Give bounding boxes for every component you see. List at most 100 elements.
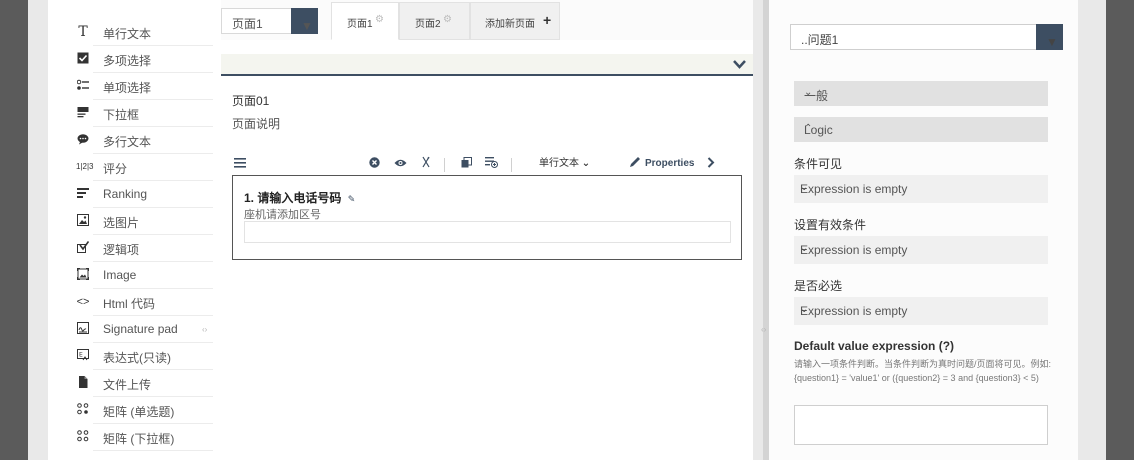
matrix-icon <box>76 403 90 417</box>
signaturepad-icon <box>76 322 90 336</box>
toolbox-item-boolean[interactable]: 逻辑项 <box>48 235 213 262</box>
toolbox: T 单行文本 多项选择 单项选择 下拉框 多行文本 1|2|3 评分 Ranki… <box>48 0 233 460</box>
page-select-button[interactable]: ▼ <box>291 8 318 34</box>
section-general[interactable]: 一般 ⌄ <box>794 81 1048 106</box>
pencil-icon[interactable] <box>629 156 641 172</box>
question-type-dropdown[interactable]: 单行文本 ⌄ <box>539 156 590 172</box>
toolbox-item-label: 表达式(只读) <box>103 351 171 365</box>
toolbox-item-radiogroup[interactable]: 单项选择 <box>48 73 213 100</box>
toolbox-item-label: 多项选择 <box>103 54 152 68</box>
required-if-field[interactable]: Expression is empty ⌄ <box>794 297 1048 325</box>
toolbox-item-label: 多行文本 <box>103 135 152 149</box>
toolbar-separator <box>511 158 512 172</box>
toolbox-item-label: 下拉框 <box>103 108 140 122</box>
toolbox-item-label: 文件上传 <box>103 378 152 392</box>
section-logic[interactable]: Logic ⌃ <box>794 117 1048 142</box>
properties-panel: ..问题1 ▼ 一般 ⌄ Logic ⌃ 条件可见 Expression is … <box>769 0 1078 460</box>
question-card[interactable]: 1. 请输入电话号码 ✎ 座机请添加区号 <box>232 175 742 260</box>
chevron-down-icon: ⌄ <box>800 304 809 315</box>
toolbox-item-matrix[interactable]: 矩阵 (单选题) <box>48 397 213 424</box>
imagepicker-icon <box>76 214 90 228</box>
default-value-help: 请输入一项条件判断。当条件判断为真时问题/页面将可见。例如: {question… <box>794 359 1052 383</box>
matrixdropdown-icon <box>76 430 90 444</box>
object-select-value: ..问题1 <box>801 33 839 47</box>
properties-label: Properties <box>645 158 695 169</box>
required-icon[interactable]: * <box>420 156 432 172</box>
visible-if-field[interactable]: Expression is empty ⌄ <box>794 175 1048 203</box>
toolbox-item-checkbox[interactable]: 多项选择 <box>48 46 213 73</box>
toolbox-item-label: 矩阵 (单选题) <box>103 405 175 419</box>
chevron-right-icon[interactable] <box>707 156 715 172</box>
add-page-label: 添加新页面 <box>485 19 535 30</box>
chevron-down-icon: ⌄ <box>800 243 809 254</box>
toolbox-item-file[interactable]: 文件上传 <box>48 370 213 397</box>
toolbox-item-label: 单项选择 <box>103 81 152 95</box>
question-description[interactable]: 座机请添加区号 <box>244 206 321 222</box>
toolbox-item-html[interactable]: <> Html 代码 <box>48 289 213 316</box>
object-select-button[interactable]: ▼ <box>1036 24 1063 50</box>
chevron-down-icon: ⌄ <box>581 158 591 169</box>
toolbox-item-label: Ranking <box>103 187 148 201</box>
default-value-textarea[interactable] <box>794 405 1048 445</box>
file-icon <box>76 376 90 390</box>
enable-if-field[interactable]: Expression is empty ⌄ <box>794 236 1048 264</box>
rating-icon: 1|2|3 <box>76 162 94 171</box>
splitter-grip-icon[interactable]: ‹› <box>761 325 766 334</box>
delete-icon[interactable] <box>369 156 380 172</box>
toolbox-item-label: Image <box>103 268 137 282</box>
required-if-label: 是否必选 <box>794 279 843 293</box>
toolbox-item-image[interactable]: Image <box>48 262 213 289</box>
page-select-value: 页面1 <box>232 17 263 31</box>
toolbox-item-ranking[interactable]: Ranking <box>48 181 213 208</box>
text-icon: T <box>78 24 88 40</box>
menu-icon[interactable] <box>234 156 246 172</box>
copy-icon[interactable] <box>461 156 472 172</box>
creator-frame: T 单行文本 多项选择 单项选择 下拉框 多行文本 1|2|3 评分 Ranki… <box>28 0 1106 460</box>
toolbox-item-label: 矩阵 (下拉框) <box>103 432 175 446</box>
question-type-label: 单行文本 <box>539 158 579 169</box>
page-title[interactable]: 页面01 <box>232 92 269 109</box>
toolbar-separator <box>444 158 445 172</box>
toolbox-item-label: 单行文本 <box>103 27 152 41</box>
page-header-strip[interactable] <box>221 54 753 76</box>
add-to-toolbox-icon[interactable] <box>485 156 498 172</box>
toolbox-item-imagepicker[interactable]: 选图片 <box>48 208 213 235</box>
add-page-button[interactable]: 添加新页面 + <box>470 2 560 40</box>
html-icon: <> <box>76 296 90 308</box>
toolbox-item-expression[interactable]: E 表达式(只读) <box>48 343 213 370</box>
tab-label: 页面2 <box>415 19 441 30</box>
toolbox-item-signaturepad[interactable]: Signature pad <box>48 316 213 343</box>
svg-text:*: * <box>427 157 430 163</box>
eye-icon[interactable] <box>394 156 407 172</box>
question-toolbar: * 单行文本 ⌄ Properties <box>232 154 742 176</box>
toolbox-item-dropdown[interactable]: 下拉框 <box>48 100 213 127</box>
question-title[interactable]: 1. 请输入电话号码 ✎ <box>244 189 355 206</box>
toolbox-item-comment[interactable]: 多行文本 <box>48 127 213 154</box>
toolbox-item-text[interactable]: T 单行文本 <box>48 19 213 46</box>
properties-button[interactable]: Properties <box>645 156 694 172</box>
tab-page1[interactable]: 页面1 ⚙ <box>331 2 399 40</box>
gear-icon[interactable]: ⚙ <box>443 14 452 25</box>
chevron-down-icon: ⌄ <box>800 182 809 193</box>
chevron-down-icon: ⌄ <box>804 87 813 98</box>
page-description[interactable]: 页面说明 <box>232 115 280 132</box>
question-title-text: 1. 请输入电话号码 <box>244 191 342 205</box>
toolbox-item-matrixdropdown[interactable]: 矩阵 (下拉框) <box>48 424 213 451</box>
visible-if-label: 条件可见 <box>794 157 843 171</box>
gear-icon[interactable]: ⚙ <box>375 14 384 25</box>
toolbox-item-rating[interactable]: 1|2|3 评分 <box>48 154 213 181</box>
chevron-down-icon: ▼ <box>1046 35 1058 49</box>
chevron-down-icon: ▼ <box>301 19 313 33</box>
tab-page2[interactable]: 页面2 ⚙ <box>399 2 470 40</box>
svg-text:E: E <box>79 352 83 359</box>
pencil-icon[interactable]: ✎ <box>348 194 356 204</box>
chevron-up-icon: ⌃ <box>804 123 813 134</box>
comment-icon <box>76 133 90 147</box>
chevron-down-icon[interactable] <box>733 58 746 72</box>
toolbox-item-label: 评分 <box>103 162 128 176</box>
object-select[interactable]: ..问题1 ▼ <box>790 24 1063 50</box>
page-select[interactable]: 页面1 ▼ <box>221 8 318 34</box>
boolean-icon <box>76 241 90 255</box>
splitter-grip-icon[interactable]: ‹› <box>202 325 207 334</box>
question-text-input[interactable] <box>244 221 731 243</box>
